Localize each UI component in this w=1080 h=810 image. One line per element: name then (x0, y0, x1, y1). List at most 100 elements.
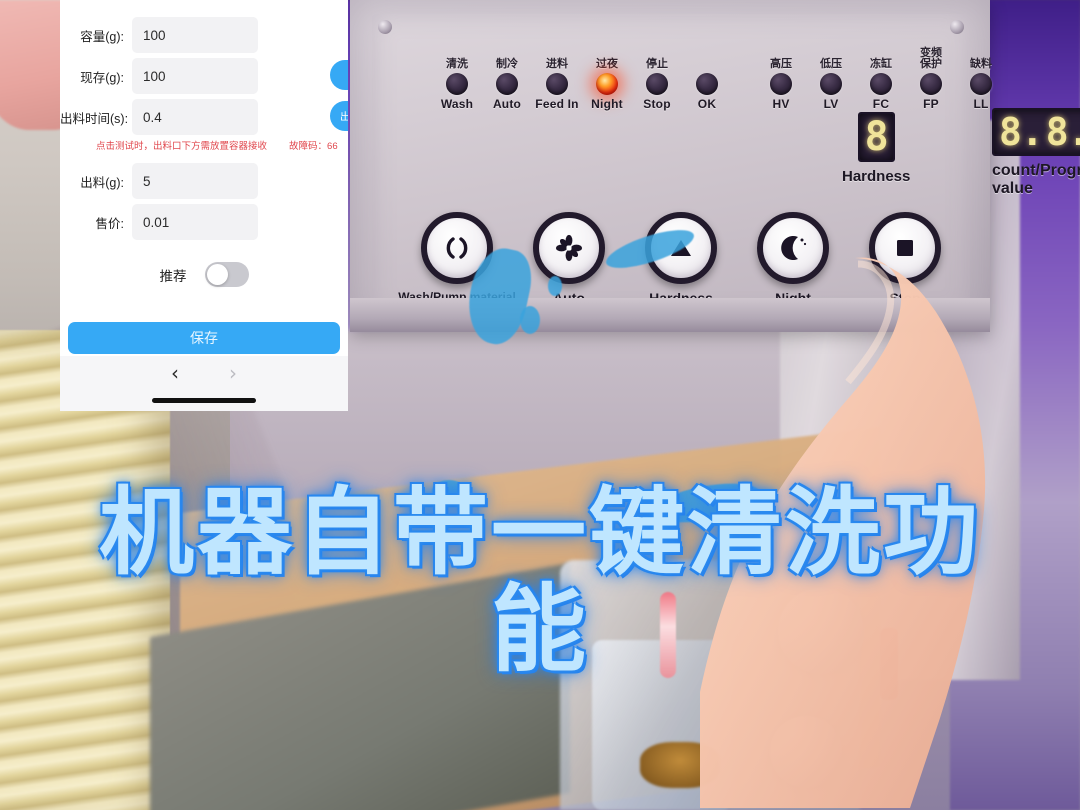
led-stop-label-cn: 停止 (646, 58, 668, 70)
browser-nav-bar: ‹ › (60, 356, 348, 390)
led-indicator-row: 清洗 Wash 制冷 Auto 进料 Feed In 过夜 Night 停止 S… (432, 48, 1006, 111)
led-auto-label-en: Auto (492, 97, 522, 111)
control-panel-face: 清洗 Wash 制冷 Auto 进料 Feed In 过夜 Night 停止 S… (372, 14, 1080, 321)
led-fp-label-cn: 变频 保护 (920, 47, 942, 70)
led-fp-lamp (920, 73, 942, 95)
save-button[interactable]: 保存 (68, 322, 340, 354)
machine-control-panel: 清洗 Wash 制冷 Auto 进料 Feed In 过夜 Night 停止 S… (350, 0, 1080, 332)
led-hv-label-cn: 高压 (770, 58, 792, 70)
hardness-display-window: 8 (857, 112, 895, 162)
led-lv: 低压 LV (806, 48, 856, 111)
chrome-knob-upper (778, 588, 864, 674)
led-lv-lamp (820, 73, 842, 95)
moon-icon (778, 233, 808, 263)
warning-row: 点击测试时，出料口下方需放置容器接收 故障码：66 (60, 138, 348, 152)
amber-fluid (640, 742, 720, 788)
machine-button-stop[interactable] (869, 212, 941, 284)
price-input[interactable] (132, 204, 258, 240)
hardness-digit: 8 (864, 114, 889, 160)
machine-button-wash[interactable] (421, 212, 493, 284)
led-wash-label-cn: 清洗 (446, 58, 468, 70)
led-ll-label-cn: 缺料 (970, 58, 992, 70)
field-row-capacity: 容量(g): (60, 17, 258, 53)
triangle-up-icon (666, 233, 696, 263)
led-stop: 停止 Stop (632, 48, 682, 112)
warning-text: 点击测试时，出料口下方需放置容器接收 (96, 141, 268, 152)
recommend-toggle-knob (206, 264, 228, 285)
led-feed-in-lamp (546, 73, 568, 95)
led-ok-lamp (696, 73, 718, 95)
led-wash-label-en: Wash (440, 97, 474, 111)
field-row-current-stock: 现存(g): (60, 58, 258, 94)
recommend-toggle-label: 推荐 (159, 268, 187, 284)
led-night: 过夜 Night (582, 48, 632, 112)
led-ll-label-en: LL (973, 97, 989, 111)
led-ok: OK (682, 48, 732, 111)
led-night-label-cn: 过夜 (596, 58, 618, 70)
chrome-knob-lower (770, 716, 842, 788)
led-wash-lamp (446, 73, 468, 95)
dispense-time-label: 出料时间(s): (60, 111, 129, 126)
dispense-time-input[interactable] (132, 99, 258, 135)
panel-bottom-strip (350, 298, 990, 332)
screenshot-root: 清洗 Wash 制冷 Auto 进料 Feed In 过夜 Night 停止 S… (0, 0, 1080, 810)
recommend-toggle-row: 推荐 (60, 262, 348, 287)
led-auto: 制冷 Auto (482, 48, 532, 112)
dispense-amount-input[interactable] (132, 163, 258, 199)
led-fc-label-en: FC (872, 97, 890, 111)
recommend-toggle[interactable] (204, 262, 249, 287)
led-wash: 清洗 Wash (432, 48, 482, 112)
led-stop-label-en: Stop (643, 97, 671, 111)
hardness-display-caption: Hardness (842, 168, 911, 185)
capacity-label: 容量(g): (80, 29, 124, 44)
count-digit-2: 8. (1045, 110, 1080, 154)
panel-screw-tr (950, 20, 964, 34)
fan-icon (554, 233, 584, 263)
fault-code: 故障码：66 (289, 138, 338, 152)
led-feed-in-label-en: Feed In (535, 97, 579, 111)
led-stop-lamp (646, 73, 668, 95)
led-fc-lamp (870, 73, 892, 95)
red-lever (880, 628, 898, 700)
home-indicator-area (60, 390, 348, 411)
led-night-label-en: Night (591, 97, 623, 111)
refill-button[interactable]: 补满 (330, 60, 348, 90)
led-ll-lamp (970, 73, 992, 95)
field-row-price: 售价: (60, 204, 258, 240)
led-ok-label-en: OK (697, 97, 717, 111)
settings-form: 容量(g): 现存(g): 补满 出料时间(s): 出料测试 点击测试时，出料口… (60, 0, 348, 300)
app-settings-panel: 容量(g): 现存(g): 补满 出料时间(s): 出料测试 点击测试时，出料口… (60, 0, 348, 411)
led-hv: 高压 HV (756, 48, 806, 111)
hardness-display: 8 Hardness (842, 112, 910, 185)
machine-button-night[interactable] (757, 212, 829, 284)
led-lv-label-cn: 低压 (820, 58, 842, 70)
count-progress-display-caption: count/Progress value (992, 162, 1080, 197)
current-stock-label: 现存(g): (80, 70, 124, 85)
led-feed-in-label-cn: 进料 (546, 58, 568, 70)
machine-button-auto[interactable] (533, 212, 605, 284)
nav-forward-button[interactable]: › (229, 363, 237, 383)
led-ll: 缺料 LL (956, 48, 1006, 111)
led-feed-in: 进料 Feed In (532, 48, 582, 112)
cycle-icon (442, 233, 472, 263)
home-indicator[interactable] (152, 398, 256, 403)
price-label: 售价: (95, 216, 124, 231)
led-hv-label-en: HV (772, 97, 790, 111)
capacity-input[interactable] (132, 17, 258, 53)
field-row-dispense-amount: 出料(g): (60, 163, 258, 199)
led-lv-label-en: LV (823, 97, 839, 111)
field-row-dispense-time: 出料时间(s): (60, 99, 258, 135)
count-progress-display: 8. 8. 8. count/Progress value (992, 108, 1080, 198)
panel-screw-tl (378, 20, 392, 34)
led-fp-label-en: FP (923, 97, 939, 111)
count-progress-display-window: 8. 8. 8. (992, 108, 1080, 156)
led-fc: 冻缸 FC (856, 48, 906, 111)
count-digit-1: 8. (999, 110, 1044, 154)
feed-tube (660, 592, 676, 678)
machine-button-hardness[interactable] (645, 212, 717, 284)
led-auto-label-cn: 制冷 (496, 58, 518, 70)
dispense-amount-label: 出料(g): (80, 175, 124, 190)
dispense-test-button[interactable]: 出料测试 (330, 101, 348, 131)
current-stock-input[interactable] (132, 58, 258, 94)
nav-back-button[interactable]: ‹ (171, 363, 179, 383)
